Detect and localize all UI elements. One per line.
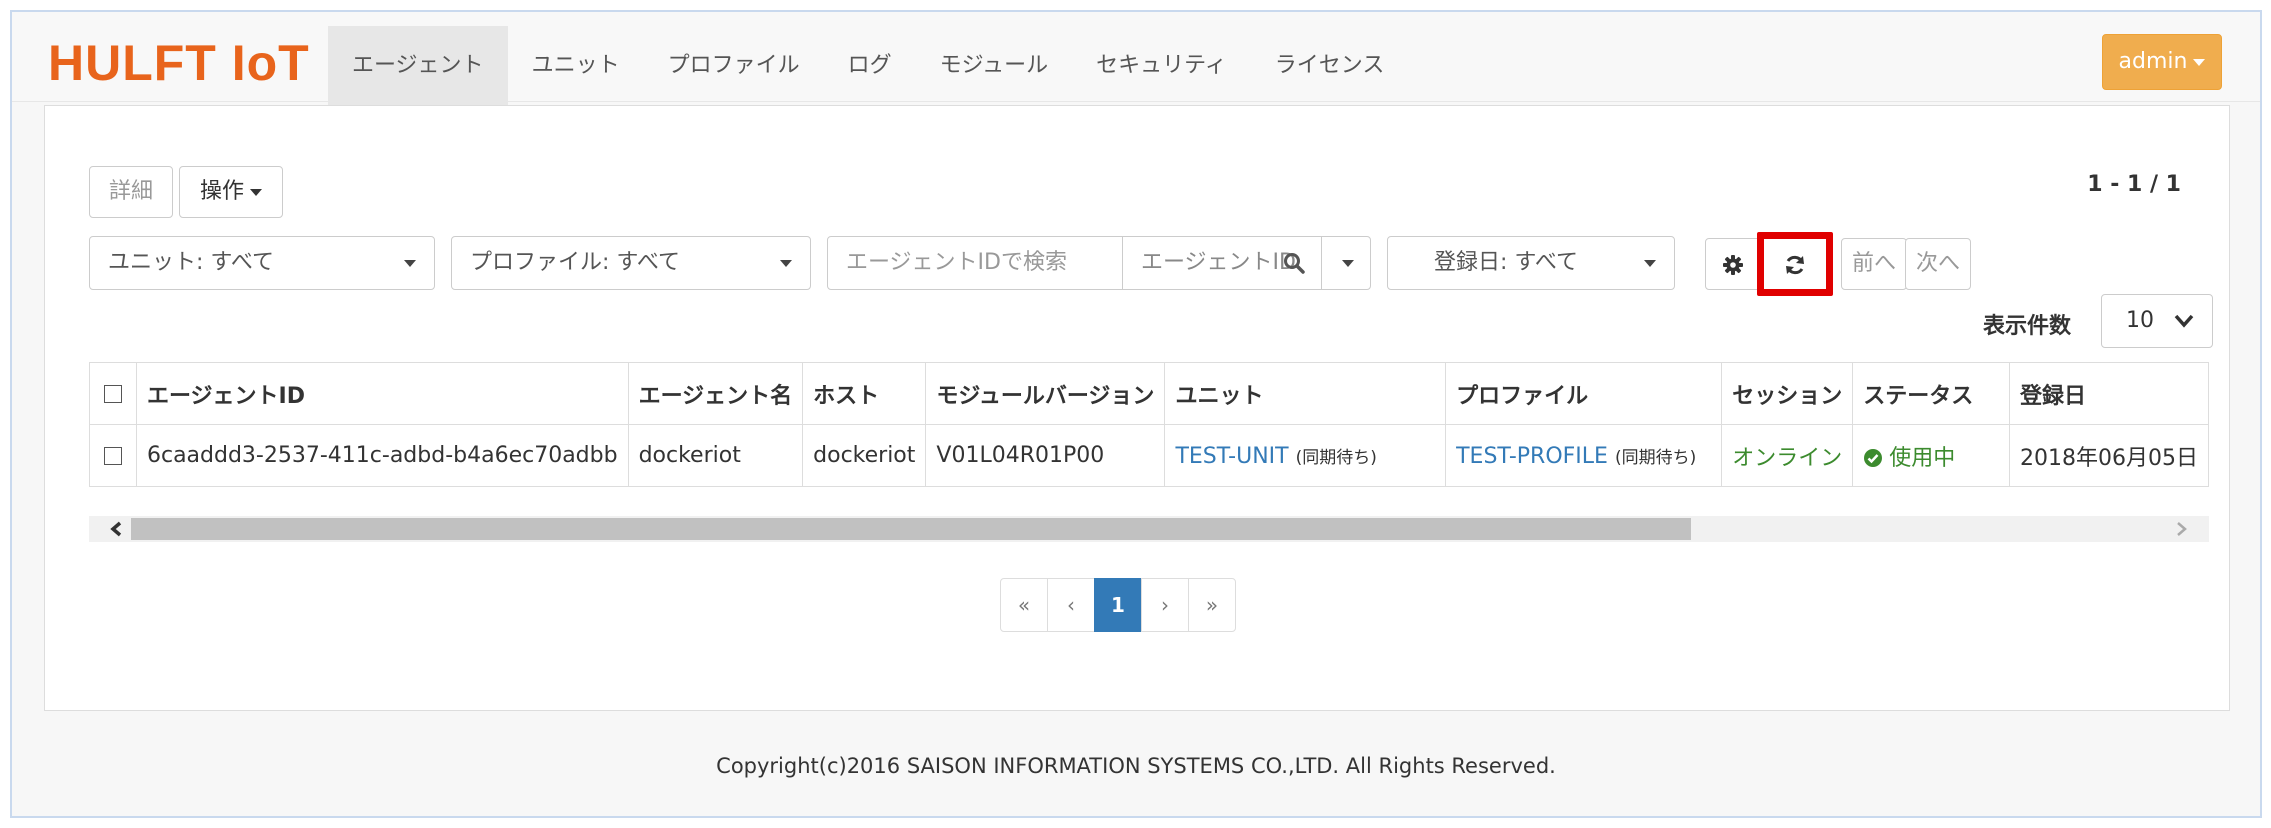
brand-logo: HULFT IoT bbox=[48, 35, 310, 91]
caret-down-icon bbox=[2193, 58, 2206, 66]
tab-security[interactable]: セキュリティ bbox=[1072, 26, 1251, 106]
page-size-label: 表示件数 bbox=[1983, 314, 2072, 339]
horizontal-scrollbar[interactable] bbox=[89, 516, 2209, 542]
cell-module-version: V01L04R01P00 bbox=[925, 424, 1166, 487]
cell-unit: TEST-UNIT (同期待ち) bbox=[1164, 424, 1447, 487]
navbar: HULFT IoT エージェント ユニット プロファイル ログ モジュール セキ… bbox=[12, 12, 2260, 106]
col-agent-name[interactable]: エージェント名 bbox=[627, 362, 804, 425]
admin-menu-button[interactable]: admin bbox=[2102, 34, 2222, 90]
search-option-dropdown[interactable] bbox=[1321, 236, 1371, 290]
page-1-button[interactable]: 1 bbox=[1094, 578, 1142, 632]
settings-button[interactable] bbox=[1705, 238, 1761, 290]
next-button[interactable]: 次へ bbox=[1905, 238, 1971, 290]
detail-button[interactable]: 詳細 bbox=[89, 166, 173, 218]
cell-registered: 2018年06月05日 bbox=[2009, 424, 2209, 487]
profile-link[interactable]: TEST-PROFILE bbox=[1456, 444, 1608, 469]
status-text: 使用中 bbox=[1889, 445, 1956, 471]
result-count: 1 - 1 / 1 bbox=[2087, 172, 2181, 197]
first-page-button[interactable]: « bbox=[1000, 578, 1048, 632]
last-page-button[interactable]: » bbox=[1188, 578, 1236, 632]
agent-table: エージェントID エージェント名 ホスト モジュールバージョン ユニット プロフ… bbox=[89, 362, 2209, 487]
col-agent-id[interactable]: エージェントID bbox=[135, 362, 629, 425]
select-all-header bbox=[89, 362, 137, 425]
col-registered[interactable]: 登録日 bbox=[2009, 362, 2209, 425]
chevron-down-icon bbox=[2174, 314, 2194, 328]
page-size-value: 10 bbox=[2126, 308, 2154, 333]
agent-panel: 詳細 操作 1 - 1 / 1 ユニット: すべて プロファイル: すべて エー… bbox=[44, 105, 2230, 711]
tab-module[interactable]: モジュール bbox=[916, 26, 1072, 106]
search-field-label: エージェントID bbox=[1141, 250, 1296, 275]
profile-filter-select[interactable]: プロファイル: すべて bbox=[451, 236, 811, 290]
check-circle-icon bbox=[1864, 448, 1883, 467]
footer-copyright: Copyright(c)2016 SAISON INFORMATION SYST… bbox=[716, 754, 1556, 778]
tab-profile[interactable]: プロファイル bbox=[644, 26, 824, 106]
tab-log[interactable]: ログ bbox=[824, 26, 916, 106]
caret-down-icon bbox=[780, 260, 792, 267]
row-select-cell bbox=[89, 424, 137, 487]
col-host[interactable]: ホスト bbox=[802, 362, 927, 425]
col-status[interactable]: ステータス bbox=[1852, 362, 2011, 425]
scrollbar-thumb[interactable] bbox=[131, 518, 1691, 540]
unit-filter-select[interactable]: ユニット: すべて bbox=[89, 236, 435, 290]
scroll-right-icon[interactable] bbox=[2175, 521, 2189, 537]
col-unit[interactable]: ユニット bbox=[1164, 362, 1447, 425]
date-filter-select[interactable]: 登録日: すべて bbox=[1387, 236, 1675, 290]
cell-agent-name: dockeriot bbox=[627, 424, 804, 487]
caret-down-icon bbox=[250, 188, 262, 196]
app-frame: HULFT IoT エージェント ユニット プロファイル ログ モジュール セキ… bbox=[10, 10, 2262, 818]
date-filter-value: 登録日: すべて bbox=[1434, 250, 1578, 275]
row-checkbox[interactable] bbox=[103, 447, 122, 465]
next-page-button[interactable]: › bbox=[1141, 578, 1189, 632]
gear-icon bbox=[1723, 255, 1743, 275]
cell-profile: TEST-PROFILE (同期待ち) bbox=[1445, 424, 1723, 487]
select-all-checkbox[interactable] bbox=[103, 385, 122, 403]
operation-label: 操作 bbox=[199, 179, 244, 204]
prev-page-button[interactable]: ‹ bbox=[1047, 578, 1095, 632]
agent-search-placeholder: エージェントIDで検索 bbox=[846, 250, 1067, 275]
caret-down-icon bbox=[404, 260, 416, 267]
refresh-button[interactable] bbox=[1757, 232, 1833, 296]
cell-session: オンライン bbox=[1721, 424, 1854, 487]
page-size-select[interactable]: 10 bbox=[2101, 294, 2213, 348]
col-module-version[interactable]: モジュールバージョン bbox=[925, 362, 1166, 425]
cell-agent-id: 6caaddd3-2537-411c-adbd-b4a6ec70adbb bbox=[135, 424, 629, 487]
search-field-button[interactable]: エージェントID bbox=[1122, 236, 1322, 290]
prev-button[interactable]: 前へ bbox=[1841, 238, 1907, 290]
profile-filter-value: プロファイル: すべて bbox=[470, 250, 680, 275]
agent-search-input[interactable]: エージェントIDで検索 bbox=[827, 236, 1123, 290]
tab-license[interactable]: ライセンス bbox=[1251, 26, 1409, 106]
table-row[interactable]: 6caaddd3-2537-411c-adbd-b4a6ec70adbb doc… bbox=[89, 424, 2209, 487]
unit-link[interactable]: TEST-UNIT bbox=[1175, 444, 1288, 469]
cell-status: 使用中 bbox=[1852, 424, 2011, 487]
operation-button[interactable]: 操作 bbox=[179, 166, 283, 218]
profile-sync-note: (同期待ち) bbox=[1614, 447, 1697, 468]
search-icon bbox=[1284, 253, 1305, 274]
cell-host: dockeriot bbox=[802, 424, 927, 487]
col-session[interactable]: セッション bbox=[1721, 362, 1854, 425]
admin-label: admin bbox=[2118, 49, 2188, 74]
tab-unit[interactable]: ユニット bbox=[508, 26, 644, 106]
main-nav: エージェント ユニット プロファイル ログ モジュール セキュリティ ライセンス bbox=[328, 26, 1408, 106]
scroll-left-icon[interactable] bbox=[109, 521, 123, 537]
pagination: « ‹ 1 › » bbox=[1000, 578, 1236, 632]
unit-sync-note: (同期待ち) bbox=[1295, 447, 1377, 468]
col-profile[interactable]: プロファイル bbox=[1445, 362, 1723, 425]
caret-down-icon bbox=[1644, 260, 1656, 267]
caret-down-icon bbox=[1342, 260, 1354, 267]
unit-filter-value: ユニット: すべて bbox=[108, 250, 274, 275]
tab-agent[interactable]: エージェント bbox=[328, 26, 508, 106]
refresh-icon bbox=[1786, 255, 1804, 275]
table-header-row: エージェントID エージェント名 ホスト モジュールバージョン ユニット プロフ… bbox=[89, 362, 2209, 425]
